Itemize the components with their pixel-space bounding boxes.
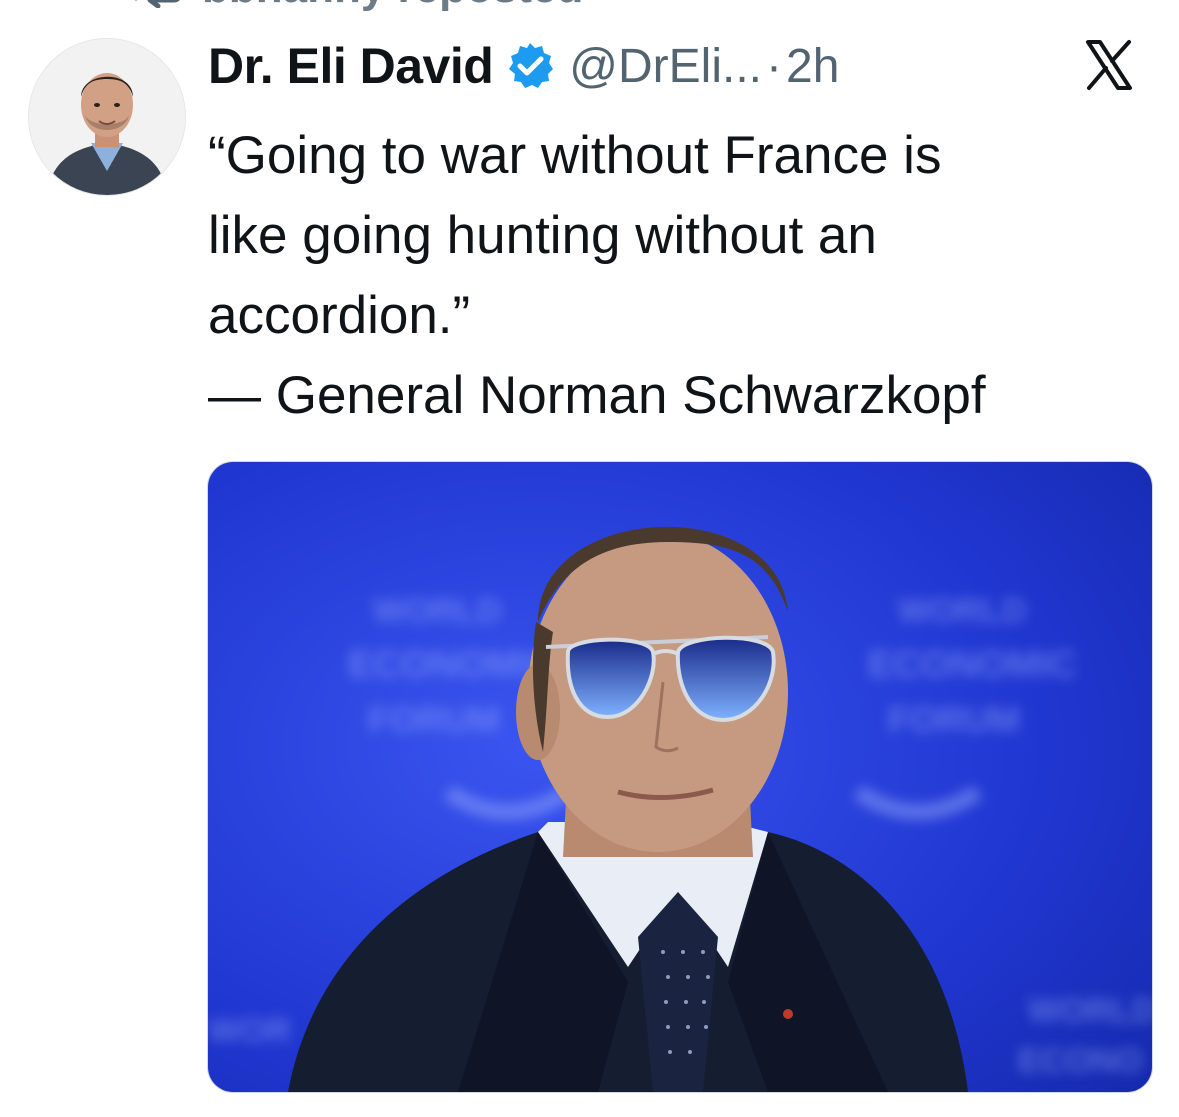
media-photo: WORLD ECONOMIC FORUM WORLD ECONOMIC FORU… — [208, 462, 1152, 1092]
svg-text:WORLD: WORLD — [373, 592, 501, 630]
tweet-line: “Going to war without France is — [208, 126, 942, 185]
svg-text:FORUM: FORUM — [888, 699, 1020, 740]
author-name[interactable]: Dr. Eli David — [208, 37, 494, 95]
repost-icon — [134, 0, 180, 8]
repost-label: bbhanhy reposted — [202, 0, 583, 13]
verified-badge-icon — [509, 43, 554, 88]
svg-text:ECONOMIC: ECONOMIC — [868, 644, 1077, 686]
post-time[interactable]: 2h — [786, 39, 839, 94]
repost-indicator[interactable]: bbhanhy reposted — [130, 0, 583, 13]
svg-text:FORUM: FORUM — [368, 699, 500, 740]
svg-text:WORLD: WORLD — [898, 592, 1026, 630]
tweet-header: Dr. Eli David @DrEli... · 2h — [208, 30, 1158, 102]
avatar-photo — [29, 39, 185, 195]
svg-text:ECONO: ECONO — [1018, 1042, 1143, 1080]
svg-text:WORLD: WORLD — [1028, 992, 1152, 1030]
tweet-media-photo[interactable]: WORLD ECONOMIC FORUM WORLD ECONOMIC FORU… — [207, 461, 1153, 1093]
author-handle[interactable]: @DrEli... — [569, 39, 762, 94]
x-logo-icon[interactable] — [1082, 38, 1136, 92]
tweet-line: — General Norman Schwarzkopf — [208, 366, 986, 425]
tweet-body: “Going to war without France is like goi… — [208, 116, 1158, 436]
tweet-line: like going hunting without an — [208, 206, 877, 265]
svg-text:WOR: WOR — [208, 1012, 291, 1050]
tweet-screen: bbhanhy reposted Dr. Eli David — [0, 0, 1179, 1117]
tweet-line: accordion.” — [208, 286, 471, 345]
avatar[interactable] — [28, 38, 186, 196]
separator-dot: · — [766, 39, 782, 93]
